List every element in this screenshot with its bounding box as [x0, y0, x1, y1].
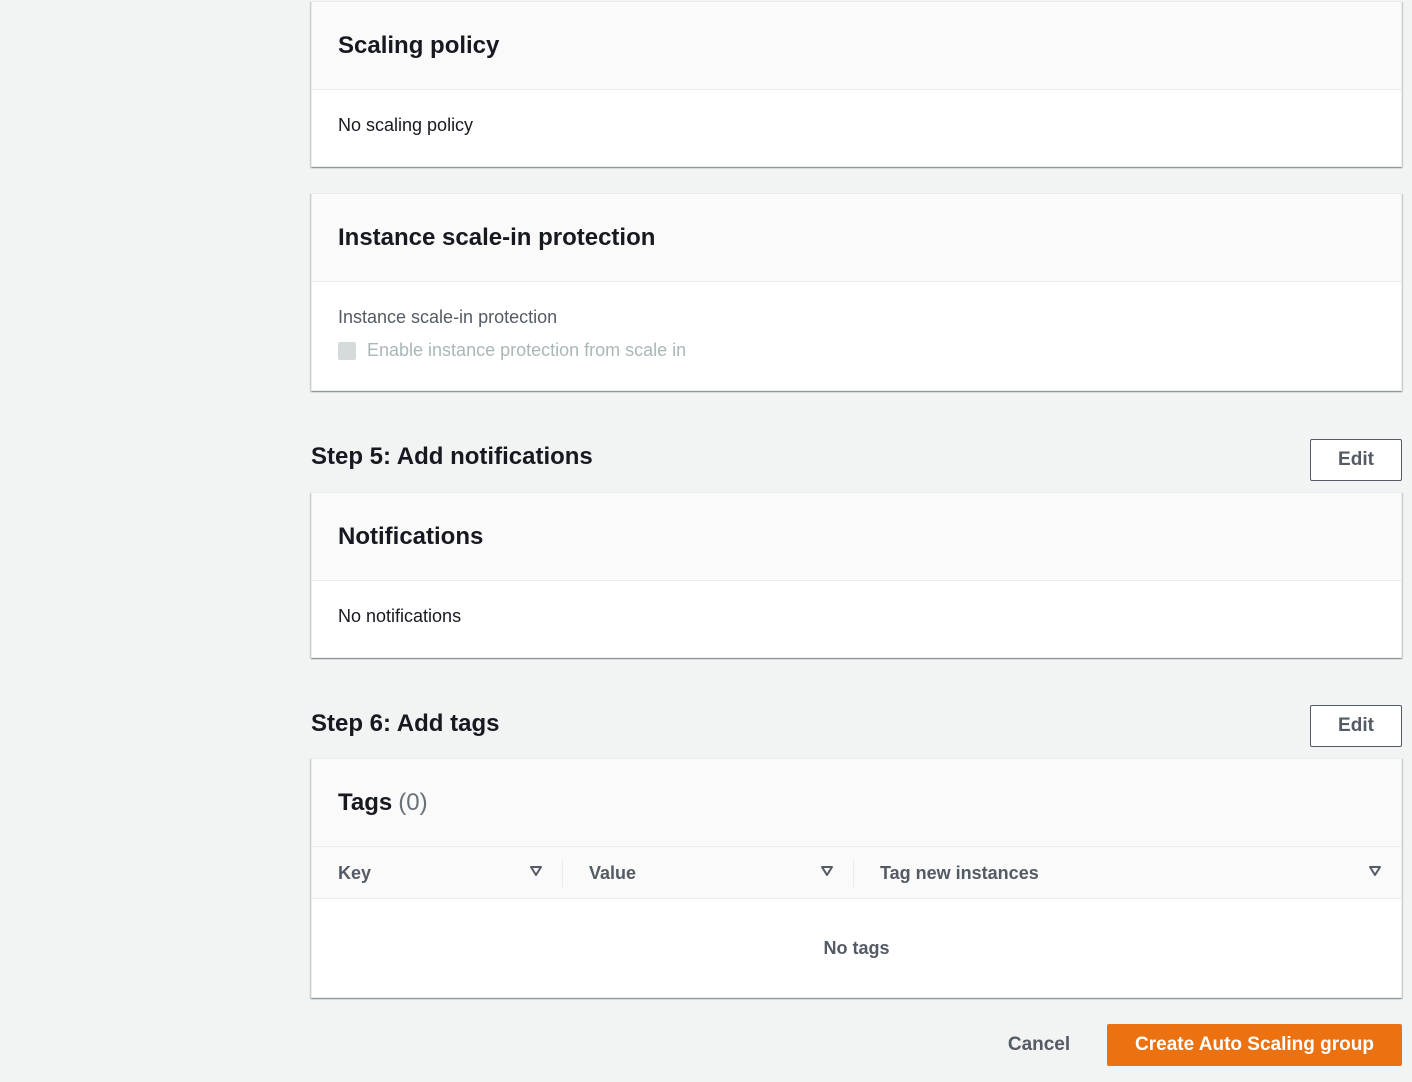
tags-empty-state: No tags: [312, 899, 1401, 997]
column-header-value[interactable]: Value: [589, 847, 636, 899]
scale-in-protection-checkbox-label: Enable instance protection from scale in: [367, 340, 687, 360]
sort-value-icon[interactable]: [820, 864, 834, 878]
create-auto-scaling-group-button[interactable]: Create Auto Scaling group: [1107, 1024, 1402, 1066]
scale-in-protection-header: Instance scale-in protection: [312, 194, 1401, 282]
column-header-value-label: Value: [589, 862, 637, 883]
step6-edit-button[interactable]: Edit: [1310, 705, 1402, 747]
tags-card: Tags (0) Key Value Tag new instances No …: [311, 758, 1402, 998]
step6-title: Step 6: Add tags: [311, 710, 500, 737]
notifications-body: No notifications: [312, 581, 1401, 627]
sort-tag-new-instances-icon[interactable]: [1368, 864, 1382, 878]
tags-empty-text: No tags: [823, 937, 890, 958]
tags-title: Tags: [338, 788, 393, 816]
scale-in-protection-field-label: Instance scale-in protection: [338, 307, 558, 327]
column-header-key[interactable]: Key: [338, 847, 371, 899]
scaling-policy-value: No scaling policy: [338, 115, 474, 135]
sort-key-icon[interactable]: [529, 864, 543, 878]
scaling-policy-body: No scaling policy: [312, 90, 1401, 136]
column-divider[interactable]: [562, 859, 563, 887]
column-header-key-label: Key: [338, 862, 372, 883]
scaling-policy-card: Scaling policy No scaling policy: [311, 1, 1402, 167]
column-divider[interactable]: [853, 859, 854, 887]
cancel-button[interactable]: Cancel: [996, 1025, 1082, 1065]
column-header-tag-new-instances[interactable]: Tag new instances: [880, 847, 1039, 899]
notifications-card: Notifications No notifications: [311, 492, 1402, 658]
step5-title: Step 5: Add notifications: [311, 443, 593, 470]
scale-in-protection-body: Instance scale-in protection Enable inst…: [312, 282, 1401, 361]
tags-header: Tags (0): [312, 759, 1401, 847]
column-header-tag-new-instances-label: Tag new instances: [880, 862, 1039, 883]
notifications-value: No notifications: [338, 606, 462, 626]
scale-in-protection-checkbox[interactable]: [338, 341, 356, 360]
scale-in-protection-title: Instance scale-in protection: [338, 223, 656, 251]
step5-edit-button[interactable]: Edit: [1310, 439, 1402, 481]
tags-table-header: Key Value Tag new instances: [312, 847, 1401, 899]
notifications-title: Notifications: [338, 522, 484, 550]
tags-count: (0): [398, 788, 428, 816]
scale-in-protection-card: Instance scale-in protection Instance sc…: [311, 193, 1402, 391]
review-page: Scaling policy No scaling policy Instanc…: [0, 0, 1412, 1082]
scaling-policy-header: Scaling policy: [312, 2, 1401, 90]
notifications-header: Notifications: [312, 493, 1401, 581]
scale-in-protection-checkbox-row: Enable instance protection from scale in: [338, 340, 1401, 361]
scaling-policy-title: Scaling policy: [338, 31, 500, 59]
